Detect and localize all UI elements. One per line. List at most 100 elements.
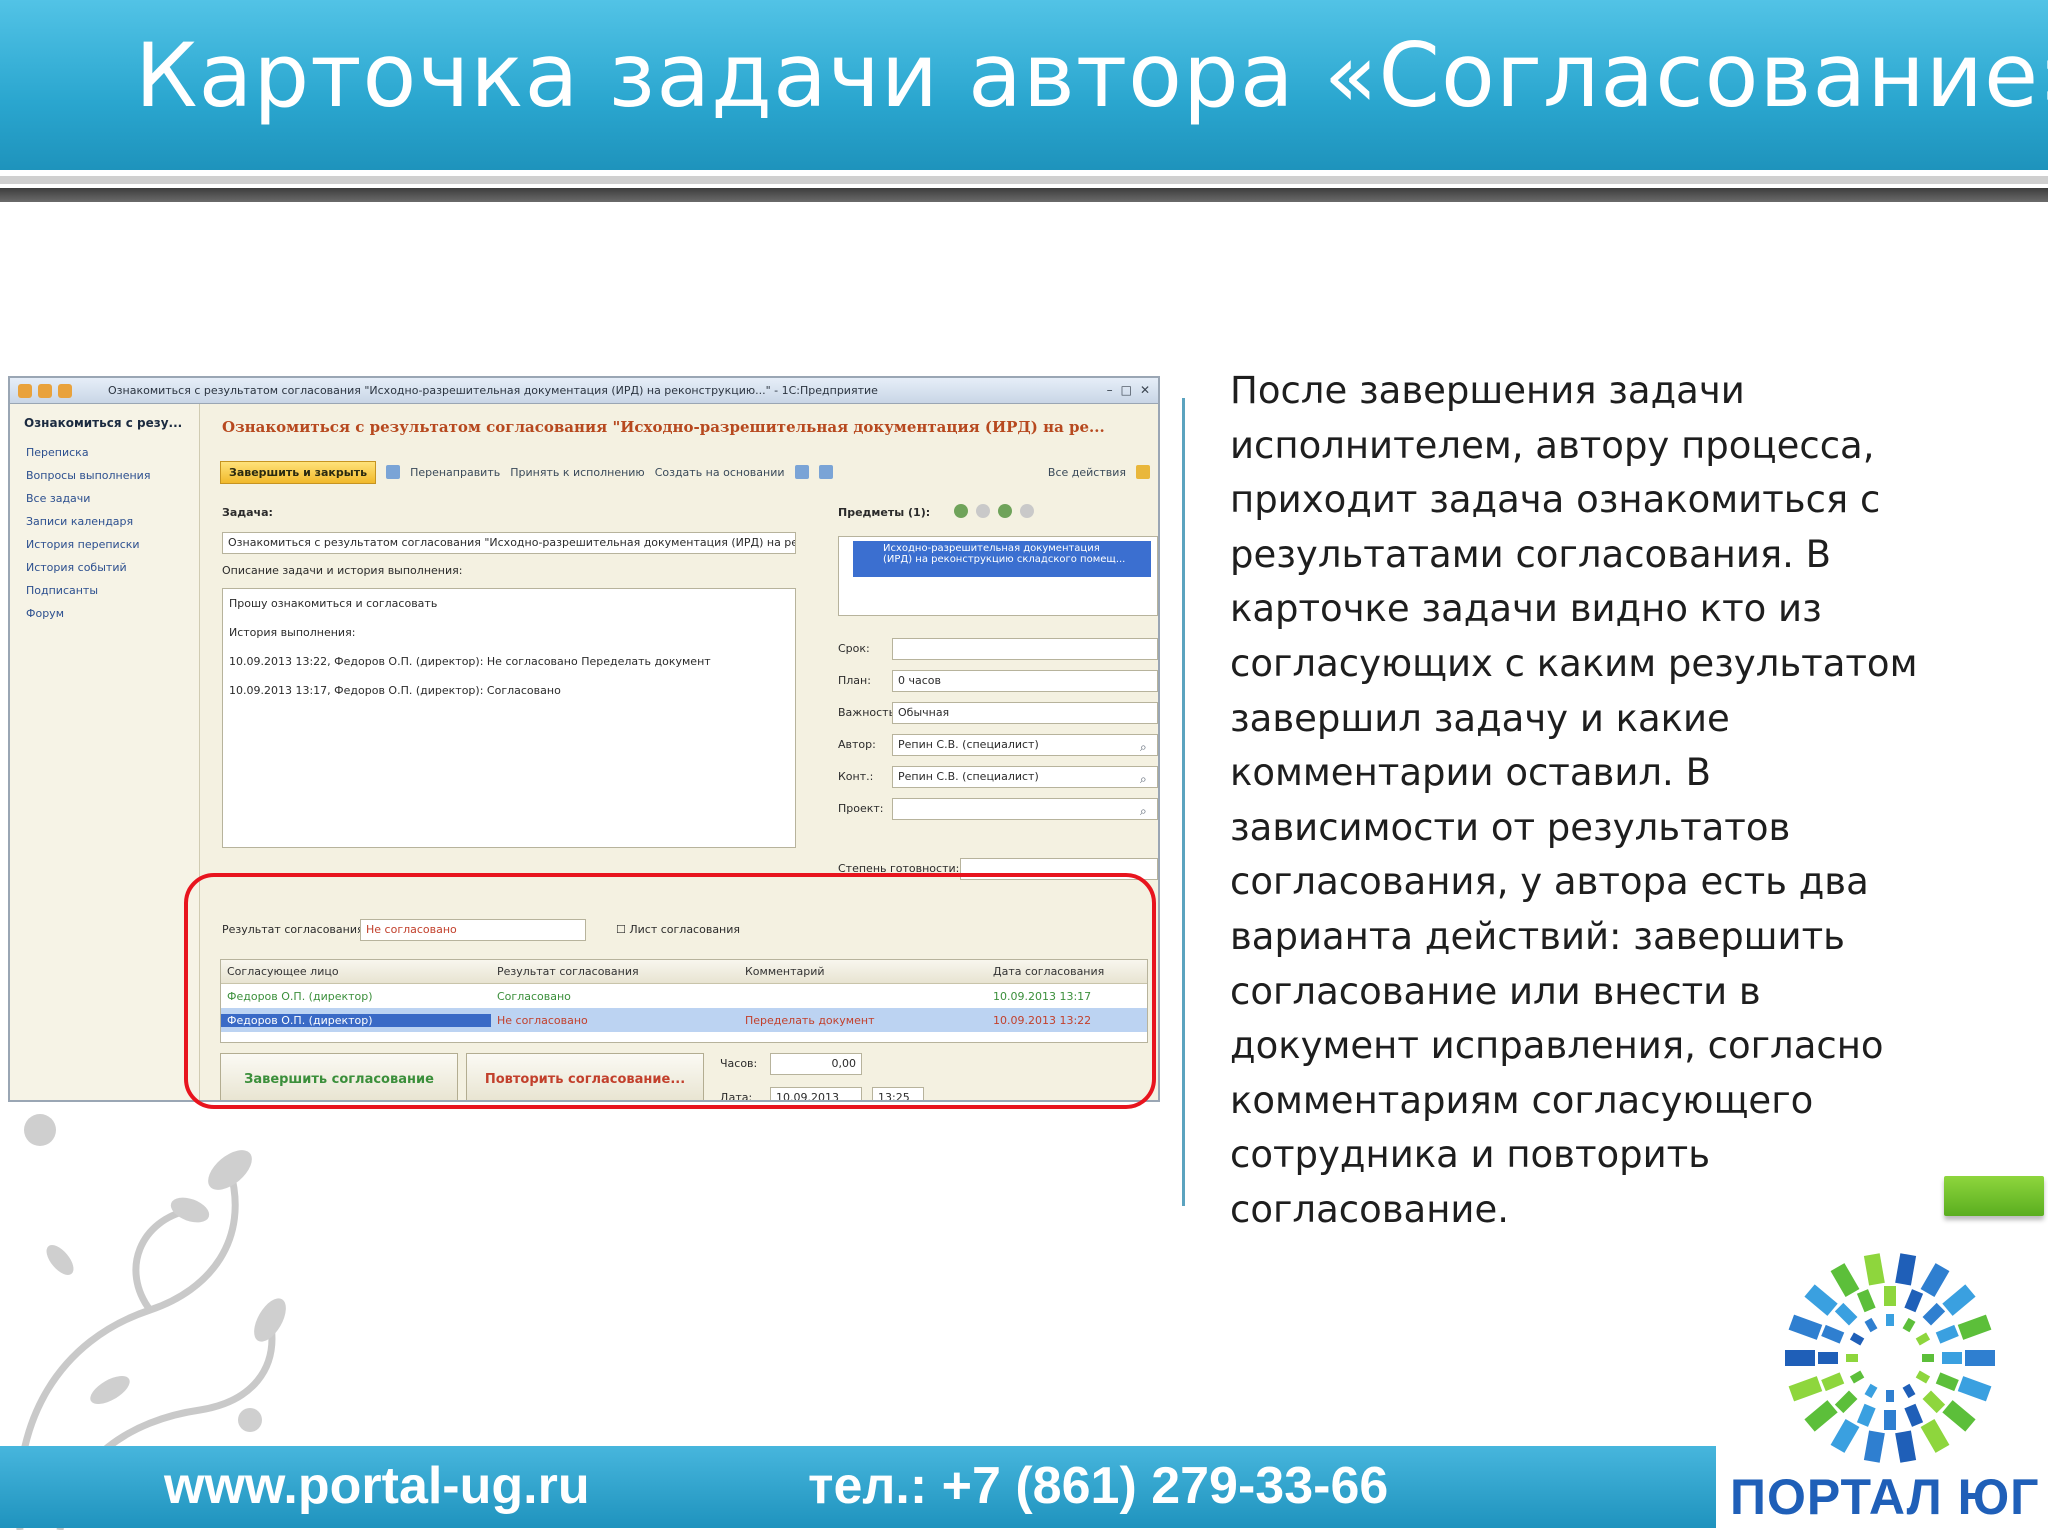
app-icon xyxy=(18,384,32,398)
history-textarea[interactable]: Прошу ознакомиться и согласовать История… xyxy=(222,588,796,848)
description-line: завершил задачу и какие xyxy=(1230,696,1730,740)
logo-segment xyxy=(1915,1332,1931,1346)
forward-button[interactable]: Перенаправить xyxy=(410,466,500,479)
open-icon[interactable] xyxy=(1020,504,1034,518)
close-icon[interactable]: ✕ xyxy=(1140,383,1150,397)
back-icon[interactable] xyxy=(38,384,52,398)
accept-button[interactable]: Принять к исполнению xyxy=(510,466,644,479)
header-divider-dark xyxy=(0,188,2048,202)
logo-segment xyxy=(1935,1372,1959,1392)
logo-segment xyxy=(1965,1350,1995,1366)
logo-segment xyxy=(1834,1390,1858,1414)
nav-item[interactable]: Переписка xyxy=(26,446,150,469)
description-line: варианта действий: завершить xyxy=(1230,914,1845,958)
logo-segment xyxy=(1856,1403,1876,1427)
form-toolbar: Завершить и закрыть Перенаправить Принят… xyxy=(220,458,1150,486)
logo-segment xyxy=(1818,1352,1838,1364)
description-line: карточке задачи видно кто из xyxy=(1230,587,1822,631)
nav-item[interactable]: Все задачи xyxy=(26,492,150,515)
nav-title[interactable]: Ознакомиться с резу... xyxy=(24,416,182,430)
nav-item[interactable]: История событий xyxy=(26,561,150,584)
logo-segment xyxy=(1886,1390,1894,1402)
history-line: История выполнения: xyxy=(229,626,356,639)
create-based-button[interactable]: Создать на основании xyxy=(655,466,785,479)
forward-icon[interactable] xyxy=(58,384,72,398)
description-line: комментариям согласующего xyxy=(1230,1078,1814,1122)
logo-segment xyxy=(1849,1332,1865,1346)
report-icon[interactable] xyxy=(794,465,809,479)
save-icon[interactable] xyxy=(386,465,401,479)
field-label: Конт.: xyxy=(838,770,874,783)
nav-list: Переписка Вопросы выполнения Все задачи … xyxy=(26,446,150,630)
edit-icon[interactable] xyxy=(998,504,1012,518)
plan-field[interactable]: 0 часов xyxy=(892,670,1158,692)
description-line: исполнителем, автору процесса, xyxy=(1230,423,1875,467)
description-line: сотрудника и повторить xyxy=(1230,1133,1711,1177)
importance-field[interactable]: Обычная xyxy=(892,702,1158,724)
history-line: 10.09.2013 13:22, Федоров О.П. (директор… xyxy=(229,655,711,668)
logo-segment xyxy=(1863,1253,1885,1286)
logo-segment xyxy=(1902,1317,1916,1333)
logo-segment xyxy=(1864,1383,1878,1399)
author-field[interactable]: Репин С.В. (специалист) xyxy=(892,734,1158,756)
minimize-icon[interactable]: – xyxy=(1107,383,1113,397)
maximize-icon[interactable]: □ xyxy=(1121,383,1132,397)
project-field[interactable] xyxy=(892,798,1158,820)
logo-segment xyxy=(1957,1314,1992,1340)
logo-segment xyxy=(1830,1263,1860,1298)
description-line: После завершения задачи xyxy=(1230,369,1745,412)
logo-segment xyxy=(1788,1376,1823,1402)
titlebar-icons xyxy=(18,384,72,398)
description-line: согласования, у автора есть два xyxy=(1230,860,1869,904)
logo-segment xyxy=(1942,1284,1976,1316)
highlight-frame xyxy=(184,873,1156,1109)
deadline-field[interactable] xyxy=(892,638,1158,660)
help-icon[interactable] xyxy=(1136,465,1150,479)
footer-phone: тел.: +7 (861) 279-33-66 xyxy=(808,1457,1389,1515)
history-line: 10.09.2013 13:17, Федоров О.П. (директор… xyxy=(229,684,561,697)
task-name-field[interactable]: Ознакомиться с результатом согласования … xyxy=(222,532,796,554)
logo-segment xyxy=(1834,1302,1858,1326)
logo-segment xyxy=(1942,1400,1976,1432)
delete-icon[interactable] xyxy=(976,504,990,518)
finish-and-close-button[interactable]: Завершить и закрыть xyxy=(220,460,377,484)
print-icon[interactable] xyxy=(818,465,833,479)
search-icon[interactable]: ⌕ xyxy=(1140,740,1147,755)
subject-item[interactable]: Исходно-разрешительная документация (ИРД… xyxy=(853,541,1151,577)
subject-line: Исходно-разрешительная документация xyxy=(883,543,1100,554)
description-text: После завершения задачи исполнителем, ав… xyxy=(1230,364,1990,1238)
subjects-list: Исходно-разрешительная документация (ИРД… xyxy=(838,536,1158,616)
nav-item[interactable]: Вопросы выполнения xyxy=(26,469,150,492)
logo-segment xyxy=(1920,1263,1950,1298)
portal-yug-logo-icon xyxy=(1785,1253,1995,1463)
logo-segment xyxy=(1935,1324,1959,1344)
logo-segment xyxy=(1922,1302,1946,1326)
description-line: результатами согласования. В xyxy=(1230,532,1832,576)
logo-segment xyxy=(1920,1418,1950,1453)
nav-item[interactable]: Подписанты xyxy=(26,584,150,607)
logo-text: ПОРТАЛ ЮГ xyxy=(1730,1469,2040,1525)
all-actions-menu[interactable]: Все действия xyxy=(1048,466,1126,479)
footer-url[interactable]: www.portal-ug.ru xyxy=(164,1456,590,1516)
description-line: документ исправления, согласно xyxy=(1230,1024,1884,1068)
subjects-label: Предметы (1): xyxy=(838,506,931,519)
add-icon[interactable] xyxy=(954,504,968,518)
search-icon[interactable]: ⌕ xyxy=(1140,804,1147,819)
logo-segment xyxy=(1846,1354,1858,1362)
nav-item[interactable]: Записи календаря xyxy=(26,515,150,538)
logo-segment xyxy=(1904,1403,1924,1427)
history-label: Описание задачи и история выполнения: xyxy=(222,564,463,577)
header-divider-light xyxy=(0,176,2048,184)
field-label: Срок: xyxy=(838,642,870,655)
description-line: комментарии оставил. В xyxy=(1230,751,1711,795)
search-icon[interactable]: ⌕ xyxy=(1140,772,1147,787)
logo-segment xyxy=(1788,1314,1823,1340)
logo-segment xyxy=(1922,1390,1946,1414)
logo-segment xyxy=(1804,1400,1838,1432)
nav-item[interactable]: История переписки xyxy=(26,538,150,561)
controller-field[interactable]: Репин С.В. (специалист) xyxy=(892,766,1158,788)
subject-line: (ИРД) на реконструкцию складского помещ.… xyxy=(883,554,1126,565)
nav-item[interactable]: Форум xyxy=(26,607,150,630)
logo-segment xyxy=(1821,1372,1845,1392)
field-label: Автор: xyxy=(838,738,876,751)
